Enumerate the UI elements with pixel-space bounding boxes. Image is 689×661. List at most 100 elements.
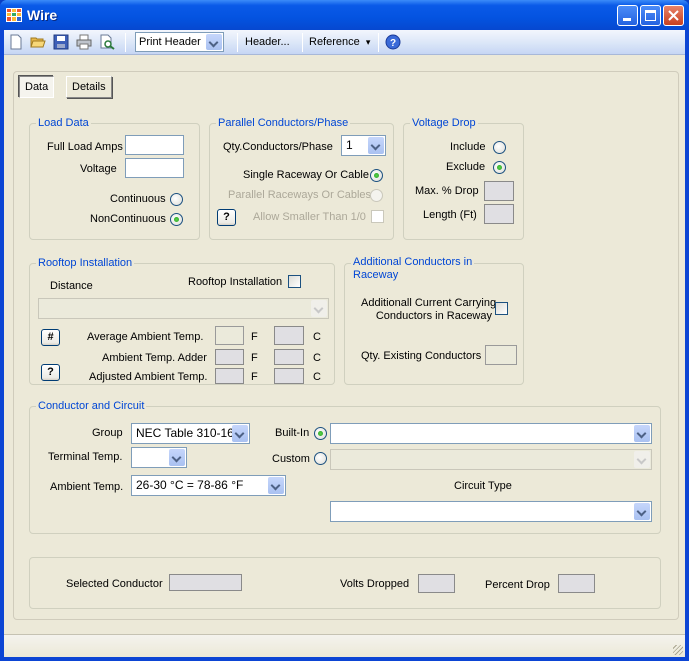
include-radio[interactable] <box>493 141 506 154</box>
tab-details[interactable]: Details <box>66 76 112 98</box>
adder-c-input[interactable] <box>274 349 304 365</box>
parallel-raceways-radio[interactable] <box>370 189 383 202</box>
continuous-radio[interactable] <box>170 193 183 206</box>
unit-f: F <box>251 371 258 383</box>
chevron-down-icon[interactable] <box>368 137 384 154</box>
avg-ambient-f-input[interactable] <box>215 326 244 345</box>
chevron-down-icon[interactable] <box>169 449 185 466</box>
ambient-temp-value: 26-30 °C = 78-86 °F <box>136 478 244 492</box>
toolbar-separator <box>302 33 303 52</box>
circuit-type-label: Circuit Type <box>454 480 512 492</box>
parallel-conductors-group: Parallel Conductors/Phase Qty.Conductors… <box>209 116 394 240</box>
chevron-down-icon[interactable] <box>634 451 650 468</box>
exclude-label: Exclude <box>446 161 486 173</box>
results-group: Selected Conductor Volts Dropped Percent… <box>29 557 661 609</box>
chevron-down-icon[interactable] <box>206 34 222 50</box>
dropdown-arrow-icon: ▾ <box>365 37 371 47</box>
rooftop-checkbox-label: Rooftop Installation <box>188 276 283 288</box>
print-header-combo[interactable]: Print Header <box>135 32 224 52</box>
ambient-temp-combo[interactable]: 26-30 °C = 78-86 °F <box>131 475 286 496</box>
length-label: Length (Ft) <box>423 209 477 221</box>
unit-c: C <box>313 331 321 343</box>
voltage-input[interactable] <box>125 158 184 178</box>
allow-smaller-checkbox[interactable] <box>371 210 384 223</box>
adjusted-f-input[interactable] <box>215 368 244 384</box>
hash-button[interactable]: # <box>41 329 60 346</box>
exclude-radio[interactable] <box>493 161 506 174</box>
load-data-legend: Load Data <box>36 116 91 130</box>
parallel-raceways-label: Parallel Raceways Or Cables <box>228 189 372 201</box>
parallel-conductors-legend: Parallel Conductors/Phase <box>216 116 351 130</box>
qty-conductors-combo[interactable]: 1 <box>341 135 386 156</box>
toolbar: Print Header Header... Reference ▾ ? <box>4 30 685 55</box>
terminal-temp-combo[interactable] <box>131 447 187 468</box>
rooftop-installation-group: Rooftop Installation Distance Rooftop In… <box>29 256 335 385</box>
adjusted-c-input[interactable] <box>274 368 304 384</box>
avg-ambient-label: Average Ambient Temp. <box>87 331 204 343</box>
reference-button[interactable]: Reference ▾ <box>309 36 370 48</box>
rooftop-help-button[interactable]: ? <box>41 364 60 381</box>
length-input[interactable] <box>484 204 514 224</box>
built-in-label: Built-In <box>275 427 310 439</box>
voltage-drop-group: Voltage Drop Include Exclude Max. % Drop… <box>403 116 524 240</box>
group-combo[interactable]: NEC Table 310-16 <box>131 423 250 444</box>
app-grid-icon <box>6 8 22 22</box>
title-bar[interactable]: Wire <box>0 0 689 30</box>
single-raceway-radio[interactable] <box>370 169 383 182</box>
unit-c: C <box>313 352 321 364</box>
chevron-down-icon[interactable] <box>311 300 327 317</box>
avg-ambient-c-input[interactable] <box>274 326 304 345</box>
qty-existing-input[interactable] <box>485 345 517 365</box>
additional-conductors-group: Additional Conductors in Raceway Additio… <box>344 256 524 385</box>
built-in-combo[interactable] <box>330 423 652 444</box>
distance-label: Distance <box>50 280 93 292</box>
label-line-2: Conductors in Raceway <box>375 310 492 322</box>
parallel-help-button[interactable]: ? <box>217 209 236 226</box>
svg-text:?: ? <box>390 38 396 49</box>
custom-radio[interactable] <box>314 452 327 465</box>
new-document-icon[interactable] <box>8 34 24 50</box>
minimize-icon <box>623 18 631 21</box>
chevron-down-icon[interactable] <box>268 477 284 494</box>
maximize-button[interactable] <box>640 5 661 26</box>
label-line-1: Additionall Current Carrying <box>361 297 497 309</box>
rooftop-checkbox[interactable] <box>288 275 301 288</box>
minimize-button[interactable] <box>617 5 638 26</box>
built-in-radio[interactable] <box>314 427 327 440</box>
full-load-amps-label: Full Load Amps <box>47 141 123 153</box>
chevron-down-icon[interactable] <box>232 425 248 442</box>
adder-f-input[interactable] <box>215 349 244 365</box>
print-icon[interactable] <box>76 34 92 50</box>
print-preview-icon[interactable] <box>99 34 115 50</box>
resize-grip-icon[interactable] <box>673 645 683 655</box>
header-button[interactable]: Header... <box>245 36 290 48</box>
unit-c: C <box>313 371 321 383</box>
help-icon[interactable]: ? <box>385 34 401 50</box>
custom-combo[interactable] <box>330 449 652 470</box>
circuit-type-combo[interactable] <box>330 501 652 522</box>
current-carrying-label: Additionall Current Carrying Conductors … <box>361 297 496 323</box>
full-load-amps-input[interactable] <box>125 135 184 155</box>
print-header-value: Print Header <box>139 36 201 48</box>
open-folder-icon[interactable] <box>30 34 46 50</box>
max-drop-label: Max. % Drop <box>415 185 479 197</box>
percent-drop-label: Percent Drop <box>485 579 550 591</box>
client-area: Print Header Header... Reference ▾ ? Dat… <box>4 30 685 657</box>
chevron-down-icon[interactable] <box>634 425 650 442</box>
maximize-icon <box>645 10 656 21</box>
noncontinuous-radio[interactable] <box>170 213 183 226</box>
chevron-down-icon[interactable] <box>634 503 650 520</box>
tab-data[interactable]: Data <box>19 76 55 98</box>
close-button[interactable] <box>663 5 684 26</box>
current-carrying-checkbox[interactable] <box>495 302 508 315</box>
save-disk-icon[interactable] <box>53 34 69 50</box>
rooftop-legend: Rooftop Installation <box>36 256 135 270</box>
voltage-label: Voltage <box>80 163 117 175</box>
distance-combo[interactable] <box>38 298 329 319</box>
qty-existing-label: Qty. Existing Conductors <box>361 350 482 362</box>
adder-label: Ambient Temp. Adder <box>102 352 207 364</box>
load-data-group: Load Data Full Load Amps Voltage Continu… <box>29 116 200 240</box>
reference-label: Reference <box>309 36 360 48</box>
custom-label: Custom <box>272 453 310 465</box>
max-drop-input[interactable] <box>484 181 514 201</box>
